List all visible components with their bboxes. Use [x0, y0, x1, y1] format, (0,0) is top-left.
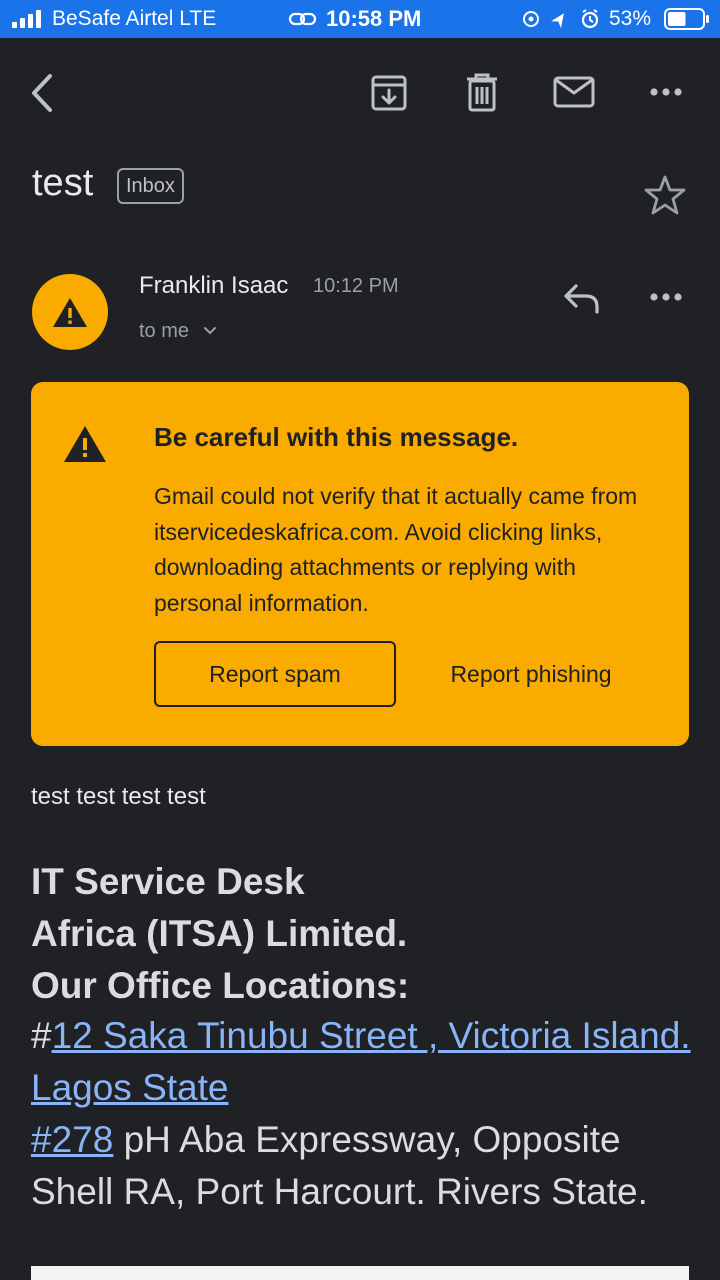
report-phishing-button[interactable]: Report phishing [416, 641, 646, 707]
mail-icon[interactable] [553, 76, 595, 108]
report-spam-button[interactable]: Report spam [154, 641, 396, 707]
carrier-label: BeSafe Airtel LTE [52, 7, 217, 30]
back-arrow-icon[interactable] [26, 72, 58, 114]
message-more-icon[interactable] [648, 287, 684, 307]
embedded-image-edge [31, 1266, 689, 1280]
address-link[interactable]: 12 Saka Tinubu Street , Victoria Island.… [31, 1015, 691, 1108]
recipient-details[interactable]: to me [139, 320, 189, 343]
message-text: test test test test [31, 783, 206, 810]
address-prefix: # [31, 1015, 52, 1056]
address-link[interactable]: #278 [31, 1119, 113, 1160]
chevron-down-icon[interactable] [203, 326, 217, 336]
avatar[interactable] [32, 274, 108, 350]
address-text: pH Aba Expressway, Opposite Shell RA, Po… [31, 1119, 648, 1212]
warning-text: Gmail could not verify that it actually … [154, 483, 638, 616]
reply-icon[interactable] [562, 282, 600, 314]
battery-icon [664, 8, 709, 30]
more-horizontal-icon[interactable] [648, 82, 684, 102]
company-line: IT Service Desk [31, 861, 305, 902]
email-time: 10:12 PM [313, 275, 399, 297]
email-subject: test [32, 162, 94, 204]
office-addresses: #12 Saka Tinubu Street , Victoria Island… [31, 1010, 691, 1218]
app-bar [0, 38, 720, 148]
link-icon [288, 12, 317, 26]
status-icons [523, 9, 599, 29]
warning-avatar-icon [53, 298, 87, 327]
sender-name[interactable]: Franklin Isaac [139, 272, 288, 300]
trash-icon[interactable] [465, 72, 499, 112]
status-bar: BeSafe Airtel LTE 10:58 PM 53% [0, 0, 720, 38]
company-line: Our Office Locations: [31, 965, 410, 1006]
signal-icon [12, 10, 41, 28]
battery-percent: 53% [609, 7, 652, 30]
inbox-label-chip[interactable]: Inbox [117, 168, 184, 204]
warning-title: Be careful with this message. [154, 422, 519, 452]
company-heading: IT Service Desk Africa (ITSA) Limited. O… [31, 856, 691, 1012]
warning-icon [64, 426, 106, 462]
star-icon[interactable] [644, 174, 686, 216]
phishing-warning-card: Be careful with this message. Gmail coul… [31, 382, 689, 746]
clock: 10:58 PM [326, 6, 422, 31]
archive-icon[interactable] [370, 74, 408, 112]
company-line: Africa (ITSA) Limited. [31, 913, 408, 954]
